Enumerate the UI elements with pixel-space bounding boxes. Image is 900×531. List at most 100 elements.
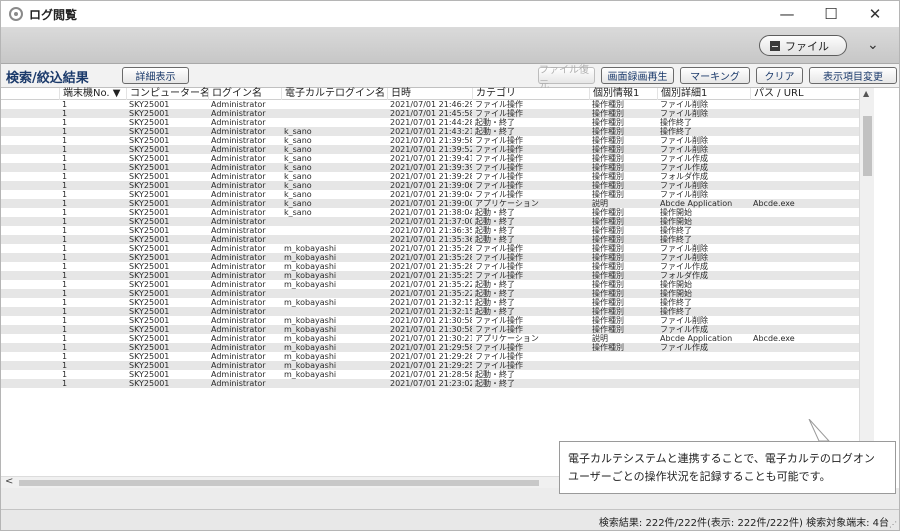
col-terminal-no-cell: 1 — [62, 190, 68, 199]
col-path-url-header[interactable]: パス / URL — [750, 88, 859, 100]
chevron-down-icon[interactable]: ⌄ — [867, 37, 879, 53]
detail-button[interactable]: 詳細表示 — [122, 67, 189, 84]
minimize-button[interactable]: — — [765, 1, 809, 27]
col-detail1-cell — [657, 370, 750, 379]
table-row[interactable]: 1 SKY25001 Administrator 2021/07/01 21:23:0… — [1, 379, 859, 388]
col-login-name-cell: Administrator — [211, 226, 266, 235]
table-row[interactable]: 1 SKY25001 Administrator 2021/07/01 21:32:1… — [1, 307, 859, 316]
col-category-header[interactable]: カテゴリ — [472, 88, 589, 100]
table-row[interactable]: 1 SKY25001 Administrator k_sano 2021/07/01 2… — [1, 127, 859, 136]
table-row[interactable]: 1 SKY25001 Administrator k_sano 2021/07/01 2… — [1, 163, 859, 172]
table-row[interactable]: 1 SKY25001 Administrator m_kobayashi 2021/07… — [1, 334, 859, 343]
table-row[interactable]: 1 SKY25001 Administrator k_sano 2021/07/01 2… — [1, 145, 859, 154]
col-category-cell: ファイル操作 — [475, 154, 523, 163]
col-terminal-no-cell: 1 — [62, 253, 68, 262]
table-row[interactable]: 1 SKY25001 Administrator m_kobayashi 2021/07… — [1, 271, 859, 280]
col-login-name-cell: Administrator — [211, 343, 266, 352]
col-terminal-no-cell: 1 — [62, 235, 68, 244]
col-emr-login-name-cell — [281, 379, 387, 388]
vertical-scroll-thumb[interactable] — [863, 116, 872, 176]
table-row[interactable]: 1 SKY25001 Administrator k_sano 2021/07/01 2… — [1, 199, 859, 208]
table-row[interactable]: 1 SKY25001 Administrator m_kobayashi 2021/07… — [1, 361, 859, 370]
close-button[interactable]: ✕ — [853, 1, 897, 27]
col-datetime-cell: 2021/07/01 21:46:29.002 — [390, 100, 472, 109]
col-computer-name-cell: SKY25001 — [129, 352, 170, 361]
table-row[interactable]: 1 SKY25001 Administrator m_kobayashi 2021/07… — [1, 343, 859, 352]
col-detail1-cell: ファイル作成 — [660, 154, 708, 163]
table-row[interactable]: 1 SKY25001 Administrator 2021/07/01 21:35:3… — [1, 235, 859, 244]
table-row[interactable]: 1 SKY25001 Administrator m_kobayashi 2021/07… — [1, 280, 859, 289]
table-row[interactable]: 1 SKY25001 Administrator m_kobayashi 2021/07… — [1, 316, 859, 325]
col-detail1-header[interactable]: 個別詳細1 — [657, 88, 750, 100]
callout-line-1: 電子カルテシステムと連携することで、電子カルテのログオン — [568, 452, 875, 465]
col-datetime-cell: 2021/07/01 21:39:00.980 — [390, 199, 472, 208]
col-computer-name-cell: SKY25001 — [129, 109, 170, 118]
col-datetime-header[interactable]: 日時 — [387, 88, 472, 100]
col-datetime-cell: 2021/07/01 21:39:28.414 — [390, 172, 472, 181]
col-login-name-header[interactable]: ログイン名 — [208, 88, 281, 100]
table-row[interactable]: 1 SKY25001 Administrator 2021/07/01 21:45:5… — [1, 109, 859, 118]
col-datetime-cell: 2021/07/01 21:45:58.968 — [390, 109, 472, 118]
table-row[interactable]: 1 SKY25001 Administrator m_kobayashi 2021/07… — [1, 244, 859, 253]
table-row[interactable]: 1 SKY25001 Administrator m_kobayashi 2021/07… — [1, 352, 859, 361]
table-row[interactable]: 1 SKY25001 Administrator 2021/07/01 21:37:0… — [1, 217, 859, 226]
col-detail1-cell — [657, 379, 750, 388]
col-emr-login-name-header[interactable]: 電子カルテログイン名 — [281, 88, 387, 100]
table-row[interactable]: 1 SKY25001 Administrator k_sano 2021/07/01 2… — [1, 154, 859, 163]
table-row[interactable]: 1 SKY25001 Administrator m_kobayashi 2021/07… — [1, 262, 859, 271]
col-terminal-no-cell: 1 — [62, 325, 68, 334]
col-emr-login-name-cell — [281, 100, 387, 109]
table-row[interactable]: 1 SKY25001 Administrator k_sano 2021/07/01 2… — [1, 172, 859, 181]
file-restore-button[interactable]: ファイル復元 — [538, 65, 595, 91]
table-row[interactable]: 1 SKY25001 Administrator k_sano 2021/07/01 2… — [1, 208, 859, 217]
col-path-url-cell — [750, 163, 859, 172]
col-info1-cell: 操作種別 — [592, 325, 624, 334]
col-computer-name-cell: SKY25001 — [129, 262, 170, 271]
table-row[interactable]: 1 SKY25001 Administrator 2021/07/01 21:46:2… — [1, 100, 859, 109]
col-login-name-cell: Administrator — [211, 127, 266, 136]
results-title: 検索/絞込結果 — [6, 71, 89, 86]
scroll-left-icon[interactable]: < — [5, 476, 13, 487]
col-login-name-cell: Administrator — [211, 145, 266, 154]
table-row[interactable]: 1 SKY25001 Administrator k_sano 2021/07/01 2… — [1, 181, 859, 190]
col-computer-name-cell: SKY25001 — [129, 280, 170, 289]
col-login-name-cell: Administrator — [211, 190, 266, 199]
table-row[interactable]: 1 SKY25001 Administrator m_kobayashi 2021/07… — [1, 298, 859, 307]
table-row[interactable]: 1 SKY25001 Administrator k_sano 2021/07/01 2… — [1, 136, 859, 145]
maximize-button[interactable]: ☐ — [809, 1, 853, 27]
col-category-cell: 起動・終了 — [475, 217, 515, 226]
col-terminal-no-header[interactable]: 端末機No. ▼ — [59, 88, 125, 100]
col-terminal-no-cell: 1 — [62, 280, 68, 289]
table-row[interactable]: 1 SKY25001 Administrator 2021/07/01 21:44:2… — [1, 118, 859, 127]
file-button[interactable]: ファイル — [759, 35, 847, 56]
col-path-url-cell — [750, 109, 859, 118]
col-info1-cell: 操作種別 — [592, 343, 624, 352]
scroll-up-icon[interactable]: ▲ — [863, 89, 869, 98]
resize-grip-icon[interactable]: ⋰ — [889, 520, 897, 529]
table-row[interactable]: 1 SKY25001 Administrator 2021/07/01 21:36:3… — [1, 226, 859, 235]
col-category-cell: ファイル操作 — [475, 244, 523, 253]
table-row[interactable]: 1 SKY25001 Administrator m_kobayashi 2021/07… — [1, 370, 859, 379]
col-login-name-cell: Administrator — [211, 181, 266, 190]
col-category-cell: アプリケーション — [475, 199, 539, 208]
col-info1-header[interactable]: 個別情報1 — [589, 88, 657, 100]
col-terminal-no-cell: 1 — [62, 208, 68, 217]
col-detail1-cell: ファイル削除 — [660, 253, 708, 262]
clear-button[interactable]: クリア — [756, 67, 803, 84]
change-columns-button[interactable]: 表示項目変更 — [809, 67, 897, 84]
col-detail1-cell: ファイル削除 — [660, 136, 708, 145]
col-computer-name-cell: SKY25001 — [129, 199, 170, 208]
table-row[interactable]: 1 SKY25001 Administrator 2021/07/01 21:35:2… — [1, 289, 859, 298]
col-datetime-cell: 2021/07/01 21:30:58.502 — [390, 325, 472, 334]
vertical-scrollbar[interactable]: ▲ — [859, 88, 874, 476]
table-row[interactable]: 1 SKY25001 Administrator k_sano 2021/07/01 2… — [1, 190, 859, 199]
table-row[interactable]: 1 SKY25001 Administrator m_kobayashi 2021/07… — [1, 325, 859, 334]
horizontal-scroll-thumb[interactable] — [19, 480, 539, 486]
col-path-url-cell — [750, 262, 859, 271]
screen-replay-button[interactable]: 画面録画再生 — [601, 67, 674, 84]
col-info1-cell: 操作種別 — [592, 217, 624, 226]
col-computer-name-header[interactable]: コンピューター名 — [126, 88, 210, 100]
col-terminal-no-cell: 1 — [62, 352, 68, 361]
marking-button[interactable]: マーキング — [680, 67, 750, 84]
table-row[interactable]: 1 SKY25001 Administrator m_kobayashi 2021/07… — [1, 253, 859, 262]
